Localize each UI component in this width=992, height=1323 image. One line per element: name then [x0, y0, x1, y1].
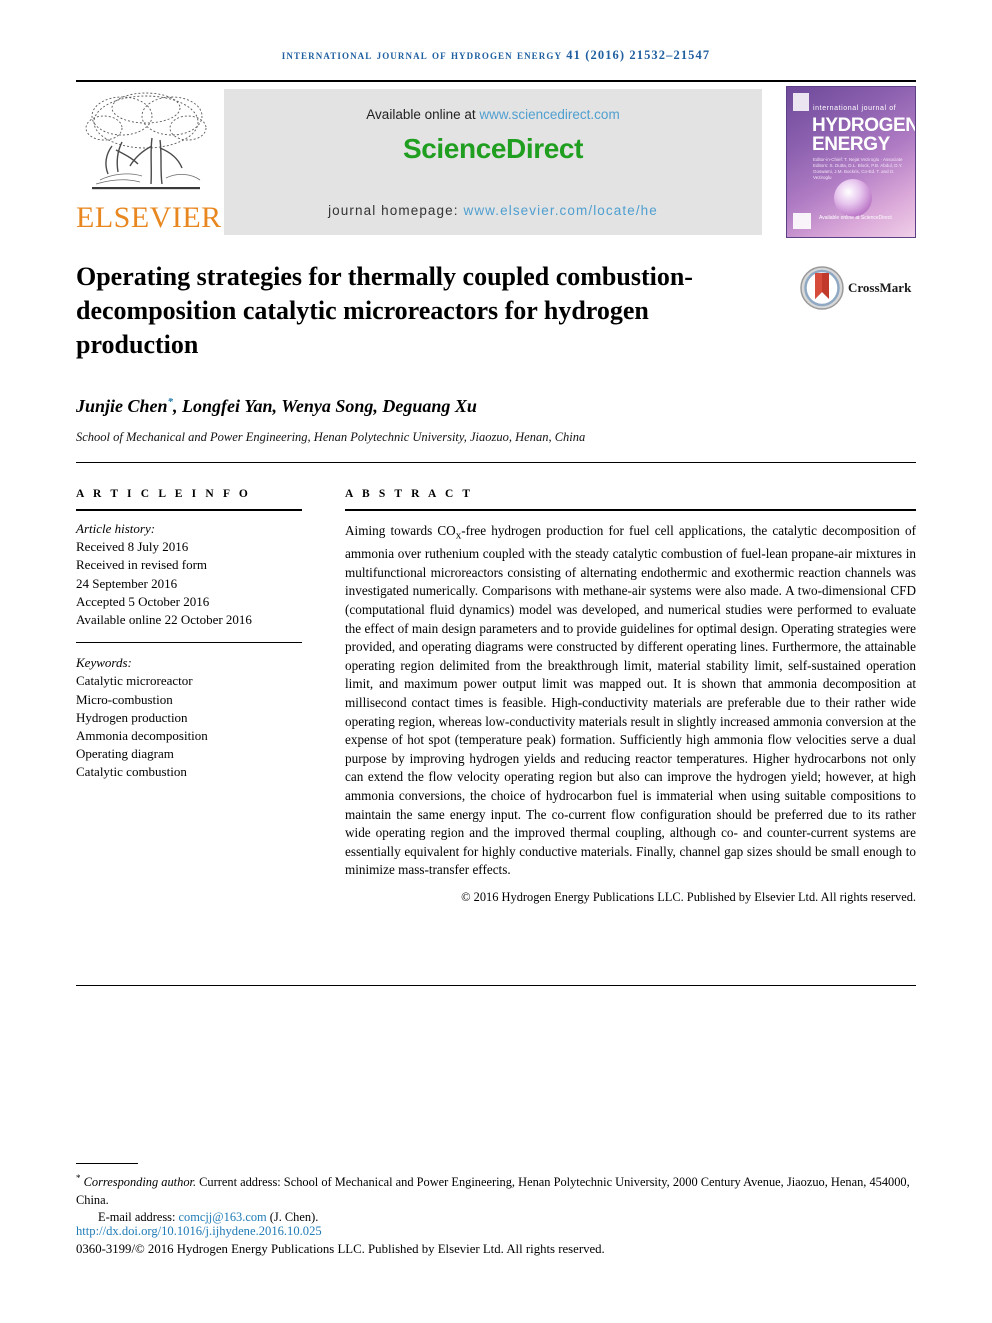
elsevier-logo: ELSEVIER	[76, 86, 222, 238]
keyword-item: Catalytic combustion	[76, 764, 187, 780]
abstract-heading: A B S T R A C T	[345, 488, 474, 500]
footnote-block: * Corresponding author. Current address:…	[76, 1170, 916, 1227]
author-corresponding: Junjie Chen	[76, 396, 168, 416]
journal-homepage-prefix: journal homepage:	[328, 203, 464, 218]
abstract-bottom-rule	[76, 985, 916, 986]
abstract-rule	[345, 509, 916, 511]
sciencedirect-logo[interactable]: ScienceDirect	[224, 133, 762, 165]
article-history-item: 24 September 2016	[76, 575, 178, 591]
abstract-text: Aiming towards COx-free hydrogen product…	[345, 522, 916, 880]
crossmark-badge[interactable]: CrossMark	[800, 266, 916, 312]
email-suffix: (J. Chen).	[266, 1210, 319, 1225]
issn-copyright-line: 0360-3199/© 2016 Hydrogen Energy Publica…	[76, 1242, 605, 1256]
article-info-heading: A R T I C L E I N F O	[76, 488, 251, 500]
corresponding-author-note: * Corresponding author. Current address:…	[76, 1170, 916, 1209]
title-section-rule	[76, 462, 916, 463]
sciencedirect-url-link[interactable]: www.sciencedirect.com	[479, 107, 619, 122]
keyword-item: Operating diagram	[76, 746, 174, 762]
article-history-item: Accepted 5 October 2016	[76, 593, 210, 609]
crossmark-label: CrossMark	[848, 280, 912, 295]
keyword-item: Catalytic microreactor	[76, 673, 193, 689]
keyword-item: Micro-combustion	[76, 691, 173, 707]
cover-editors: Editor-in-Chief: T. Nejat Veziroglu · As…	[813, 157, 903, 180]
abstract-copyright: © 2016 Hydrogen Energy Publications LLC.…	[461, 889, 916, 904]
abstract-text-body: -free hydrogen production for fuel cell …	[345, 523, 916, 878]
article-info-rule	[76, 509, 302, 511]
footnote-rule	[76, 1163, 138, 1164]
article-history-item: Available online 22 October 2016	[76, 612, 252, 628]
available-online-line: Available online at www.sciencedirect.co…	[224, 107, 762, 122]
affiliation: School of Mechanical and Power Engineeri…	[76, 430, 586, 444]
article-first-page: International Journal of Hydrogen Energy…	[0, 0, 992, 1323]
author-list: Junjie Chen*, Longfei Yan, Wenya Song, D…	[76, 396, 876, 417]
crossmark-icon	[800, 266, 844, 310]
article-history-label: Article history:	[76, 521, 156, 536]
cover-journal-prefix: international journal of	[813, 105, 897, 112]
available-online-prefix: Available online at	[366, 107, 480, 122]
article-history-item: Received in revised form	[76, 557, 208, 573]
running-head: International Journal of Hydrogen Energy…	[281, 48, 711, 62]
journal-homepage-line: journal homepage: www.elsevier.com/locat…	[224, 203, 762, 218]
cover-footer-text: Available online at ScienceDirect	[819, 215, 892, 221]
elsevier-tree-icon	[85, 92, 207, 190]
footnote-star-marker: *	[76, 1173, 81, 1183]
keywords-label: Keywords:	[76, 655, 132, 671]
author-others: , Longfei Yan, Wenya Song, Deguang Xu	[173, 396, 477, 416]
corresponding-author-address: Current address: School of Mechanical an…	[76, 1175, 910, 1207]
abstract-text-lead: Aiming towards CO	[345, 523, 456, 538]
corresponding-author-label: Corresponding author.	[83, 1175, 197, 1190]
article-history-item: Received 8 July 2016	[76, 539, 189, 555]
abstract-section: A B S T R A C T Aiming towards COx-free …	[345, 488, 916, 905]
header-rule	[76, 80, 916, 82]
article-info-section: A R T I C L E I N F O Article history: R…	[76, 488, 302, 782]
keyword-item: Ammonia decomposition	[76, 728, 208, 744]
masthead: ELSEVIER Available online at www.science…	[76, 86, 916, 238]
keywords-rule	[76, 642, 302, 644]
sciencedirect-banner: Available online at www.sciencedirect.co…	[224, 89, 762, 235]
keyword-item: Hydrogen production	[76, 709, 188, 725]
doi-link[interactable]: http://dx.doi.org/10.1016/j.ijhydene.201…	[76, 1224, 322, 1239]
journal-cover-thumbnail[interactable]: international journal of HYDROGEN ENERGY…	[786, 86, 916, 238]
elsevier-wordmark: ELSEVIER	[76, 201, 222, 234]
cover-publisher-badge-icon	[793, 93, 809, 111]
cover-orb-graphic	[834, 179, 872, 217]
cover-title-line2: ENERGY	[812, 134, 890, 155]
email-link[interactable]: comcjj@163.com	[179, 1210, 267, 1224]
article-history-block: Article history: Received 8 July 2016 Re…	[76, 520, 302, 629]
page-title: Operating strategies for thermally coupl…	[76, 262, 693, 359]
keywords-block: Keywords: Catalytic microreactor Micro-c…	[76, 654, 302, 781]
cover-footer-badge-icon	[793, 213, 811, 229]
email-label: E-mail address:	[98, 1210, 179, 1225]
journal-homepage-link[interactable]: www.elsevier.com/locate/he	[463, 203, 657, 218]
